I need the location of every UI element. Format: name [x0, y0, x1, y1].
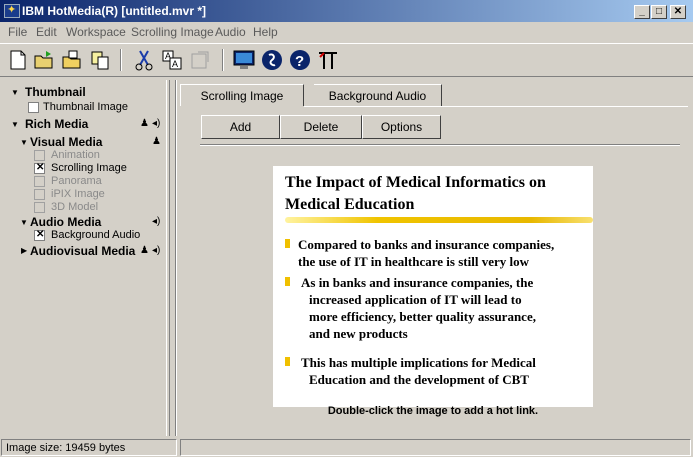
- tree-scrolling-image[interactable]: Scrolling Image: [51, 162, 127, 174]
- tree-panorama: Panorama: [51, 175, 102, 187]
- new-document-icon[interactable]: [6, 48, 30, 72]
- expand-caret-icon[interactable]: ▼: [20, 218, 28, 227]
- audio-speaker-icon: ◂): [152, 216, 161, 227]
- expand-caret-icon[interactable]: ▼: [11, 88, 19, 97]
- slide-bullet-text: Education and the development of CBT: [309, 372, 529, 387]
- slide-title: The Impact of Medical Informatics on Med…: [285, 172, 585, 216]
- resize-icon[interactable]: [188, 48, 212, 72]
- tree-thumbnail-image[interactable]: Thumbnail Image: [43, 101, 128, 113]
- slide-bullet-text: As in banks and insurance companies, the: [301, 275, 534, 290]
- slide-title-line: The Impact of Medical Informatics on: [285, 174, 546, 191]
- slide-bullet-text: the use of IT in healthcare is still ver…: [298, 254, 529, 269]
- menu-scrolling-image[interactable]: Scrolling Image: [131, 25, 214, 39]
- tree-thumbnail[interactable]: Thumbnail: [25, 85, 86, 99]
- panel-splitter[interactable]: [166, 80, 170, 436]
- preview-monitor-icon[interactable]: [232, 48, 256, 72]
- status-bar: Image size: 19459 bytes: [0, 437, 693, 457]
- slide-bullet-text: This has multiple implications for Medic…: [301, 355, 536, 370]
- bullet-marker: [285, 239, 290, 248]
- close-button[interactable]: ✕: [670, 5, 686, 19]
- expand-caret-icon[interactable]: ▼: [11, 120, 19, 129]
- audio-speaker-icon: ◂): [152, 245, 161, 256]
- expand-caret-icon[interactable]: ▼: [20, 138, 28, 147]
- copy-icon[interactable]: [88, 48, 112, 72]
- tree-background-audio[interactable]: Background Audio: [51, 229, 140, 241]
- ipix-image-checkbox: [34, 189, 45, 200]
- thumbnail-image-checkbox[interactable]: [28, 102, 39, 113]
- panel-divider: [175, 80, 177, 436]
- delete-button[interactable]: Delete: [280, 115, 362, 139]
- svg-text:A: A: [172, 59, 178, 69]
- window-title: IBM HotMedia(R) [untitled.mvr *]: [22, 4, 206, 18]
- collapsed-caret-icon[interactable]: ▶: [21, 246, 27, 255]
- hotlink-hint: Double-click the image to add a hot link…: [327, 405, 539, 417]
- maximize-button[interactable]: □: [651, 5, 667, 19]
- minimize-button[interactable]: _: [634, 5, 650, 19]
- toolbar-separator: [120, 49, 122, 71]
- toolbar-separator: [222, 49, 224, 71]
- options-button[interactable]: Options: [362, 115, 441, 139]
- scrolling-image-checkbox[interactable]: [34, 162, 45, 174]
- animation-checkbox: [34, 150, 45, 161]
- bullet-marker: [285, 277, 290, 286]
- tab-scrolling-image[interactable]: Scrolling Image: [180, 84, 304, 106]
- tree-3d-model: 3D Model: [51, 201, 99, 213]
- slide-title-line: Medical Education: [285, 196, 415, 213]
- tree-visual-media[interactable]: Visual Media: [30, 135, 102, 149]
- tree-animation: Animation: [51, 149, 100, 161]
- tree-ipix-image: iPIX Image: [51, 188, 105, 200]
- app-icon[interactable]: [4, 3, 20, 18]
- tree-audio-media[interactable]: Audio Media: [30, 215, 101, 229]
- tree-audiovisual-media[interactable]: Audiovisual Media: [30, 244, 135, 258]
- button-row-divider: [200, 144, 680, 146]
- add-button[interactable]: Add: [201, 115, 280, 139]
- title-bar[interactable]: IBM HotMedia(R) [untitled.mvr *] _ □ ✕: [0, 0, 693, 22]
- visual-media-indicator-icon: ♟: [140, 118, 149, 129]
- highlight-brush-stroke: [285, 217, 593, 223]
- slide-bullet-text: more efficiency, better quality assuranc…: [309, 309, 536, 324]
- tree-rich-media[interactable]: Rich Media: [25, 117, 88, 131]
- hotlink-icon[interactable]: [316, 48, 340, 72]
- slide-bullet-text: increased application of IT will lead to: [309, 292, 522, 307]
- svg-text:?: ?: [295, 53, 304, 70]
- slide-bullet-text: and new products: [309, 326, 408, 341]
- menu-help[interactable]: Help: [253, 25, 278, 39]
- help-icon[interactable]: ?: [288, 48, 312, 72]
- tab-background-audio[interactable]: Background Audio: [314, 84, 442, 106]
- tab-strip-line: [304, 106, 688, 107]
- open-file-icon[interactable]: [60, 48, 84, 72]
- 3d-model-checkbox: [34, 202, 45, 213]
- bullet-marker: [285, 357, 290, 366]
- background-audio-checkbox[interactable]: [34, 229, 45, 241]
- open-folder-icon[interactable]: [32, 48, 56, 72]
- status-empty-cell: [180, 439, 691, 456]
- slide-bullet-text: Compared to banks and insurance companie…: [298, 237, 555, 252]
- toolbar: AA ?: [0, 43, 693, 77]
- audio-speaker-icon: ◂): [152, 118, 161, 129]
- text-image-icon[interactable]: AA: [160, 48, 184, 72]
- scrolling-image-preview[interactable]: The Impact of Medical Informatics on Med…: [273, 166, 593, 407]
- menu-edit[interactable]: Edit: [36, 25, 57, 39]
- media-tree[interactable]: ▼ Thumbnail Thumbnail Image ▼ Rich Media…: [2, 82, 165, 435]
- status-image-size: Image size: 19459 bytes: [1, 439, 177, 456]
- web-globe-icon[interactable]: [260, 48, 284, 72]
- cut-icon[interactable]: [132, 48, 156, 72]
- panorama-checkbox: [34, 176, 45, 187]
- menu-workspace[interactable]: Workspace: [66, 25, 126, 39]
- visual-media-indicator-icon: ♟: [152, 136, 161, 147]
- visual-media-indicator-icon: ♟: [140, 245, 149, 256]
- menu-bar: File Edit Workspace Scrolling Image Audi…: [0, 22, 693, 42]
- menu-file[interactable]: File: [8, 25, 27, 39]
- menu-audio[interactable]: Audio: [215, 25, 246, 39]
